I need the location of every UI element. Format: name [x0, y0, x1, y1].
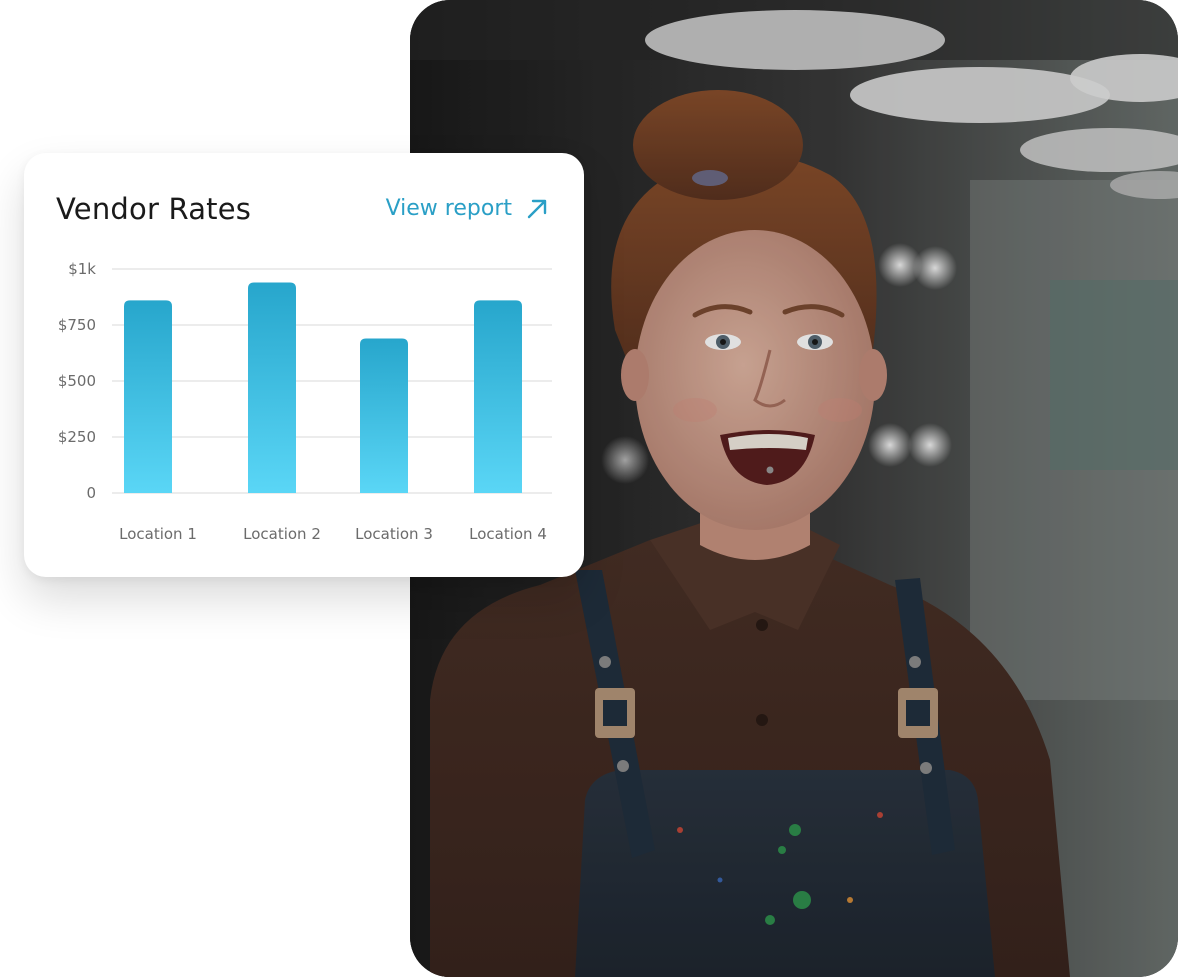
x-tick-label: Location 4 [469, 525, 547, 543]
x-tick-label: Location 2 [243, 525, 321, 543]
y-tick-label: $500 [58, 372, 96, 390]
view-report-label: View report [385, 196, 512, 221]
y-tick-label: $750 [58, 316, 96, 334]
y-tick-label: $250 [58, 428, 96, 446]
view-report-link[interactable]: View report [386, 193, 548, 225]
x-tick-label: Location 3 [355, 525, 433, 543]
bar-location-2[interactable] [248, 282, 296, 493]
card-title: Vendor Rates [56, 192, 252, 226]
vendor-rates-card: 0 $250 $500 $750 $1k Location 1 Location 2 Loca… [24, 153, 584, 577]
arrow-up-right-icon [527, 199, 547, 219]
y-tick-label: $1k [68, 260, 96, 278]
bar-location-4[interactable] [474, 300, 522, 493]
bar-location-3[interactable] [360, 338, 408, 493]
x-tick-label: Location 1 [119, 525, 197, 543]
y-tick-label: 0 [86, 484, 96, 502]
bar-location-1[interactable] [124, 300, 172, 493]
